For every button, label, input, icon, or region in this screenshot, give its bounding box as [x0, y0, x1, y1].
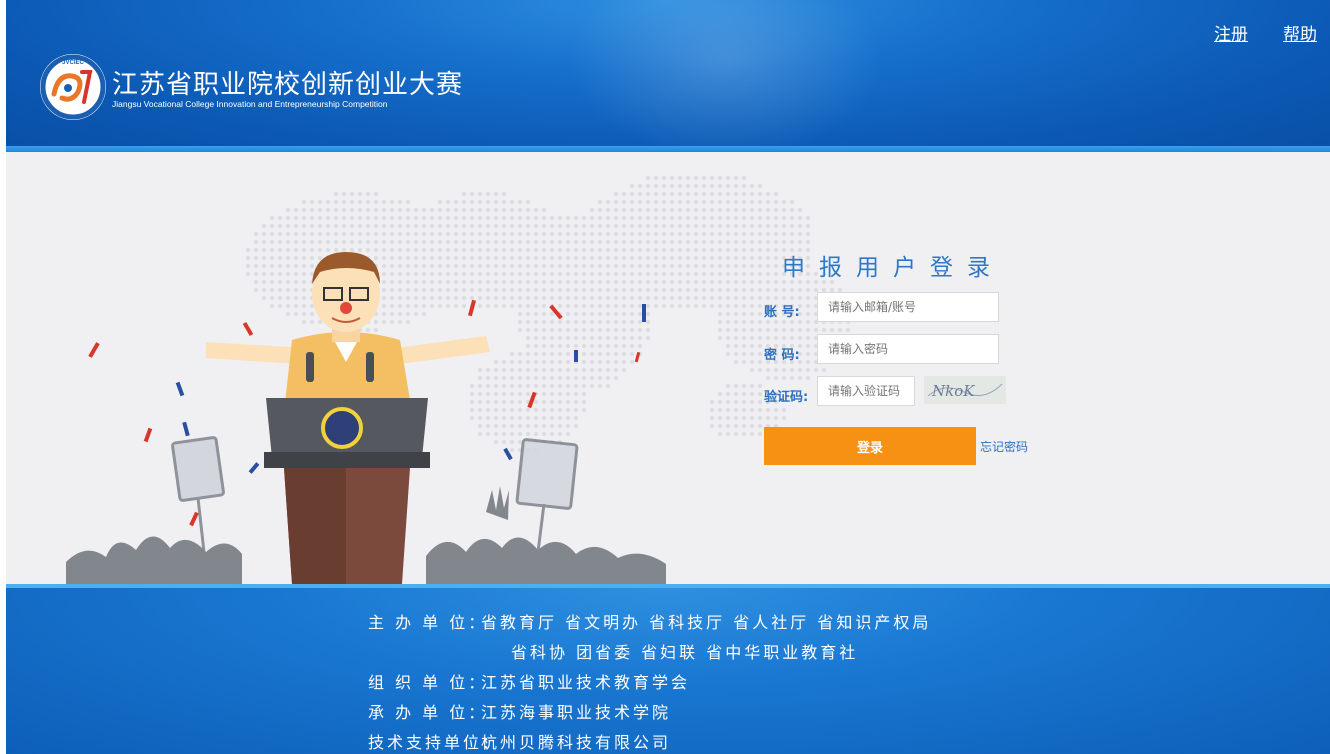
organizers-line2: 省科协 团省委 省妇联 省中华职业教育社	[511, 643, 859, 662]
register-link[interactable]: 注册	[1214, 20, 1248, 45]
main-area: 申报用户登录 账 号: 密 码: 验证码: NkoK 登录 忘记密码	[6, 152, 1330, 584]
forgot-password-link[interactable]: 忘记密码	[980, 438, 1028, 455]
login-title: 申报用户登录	[782, 255, 1004, 281]
logo-text: JVCIEC	[62, 60, 84, 66]
header-banner: JVCIEC 江苏省职业院校创新创业大赛 Jiangsu Vocational …	[6, 0, 1330, 152]
host-name: 江苏海事职业技术学院	[481, 703, 672, 722]
help-link[interactable]: 帮助	[1283, 20, 1317, 45]
password-input[interactable]	[817, 334, 999, 364]
account-input[interactable]	[817, 292, 999, 322]
captcha-label: 验证码:	[764, 390, 809, 405]
password-label: 密 码:	[764, 348, 800, 363]
organizers-line1: 省教育厅 省文明办 省科技厅 省人社厅 省知识产权局	[481, 613, 932, 632]
organization-name: 江苏省职业技术教育学会	[481, 673, 691, 692]
captcha-image[interactable]: NkoK	[924, 376, 1006, 404]
captcha-input[interactable]	[817, 376, 915, 406]
speaker-illustration	[66, 252, 666, 584]
footer: 主 办 单 位： 省教育厅 省文明办 省科技厅 省人社厅 省知识产权局 省科协 …	[6, 584, 1330, 754]
site-title: 江苏省职业院校创新创业大赛	[112, 70, 464, 100]
account-label: 账 号:	[764, 305, 800, 320]
site-subtitle: Jiangsu Vocational College Innovation an…	[112, 99, 388, 109]
tech-support-name: 杭州贝腾科技有限公司	[481, 733, 672, 752]
host-label: 承 办 单 位：	[368, 703, 488, 722]
competition-logo-icon: JVCIEC	[40, 54, 106, 120]
organization-label: 组 织 单 位：	[368, 673, 488, 692]
captcha-text: NkoK	[931, 382, 975, 400]
login-button[interactable]: 登录	[764, 427, 976, 465]
organizers-label: 主 办 单 位：	[368, 613, 488, 632]
page: JVCIEC 江苏省职业院校创新创业大赛 Jiangsu Vocational …	[6, 0, 1330, 754]
